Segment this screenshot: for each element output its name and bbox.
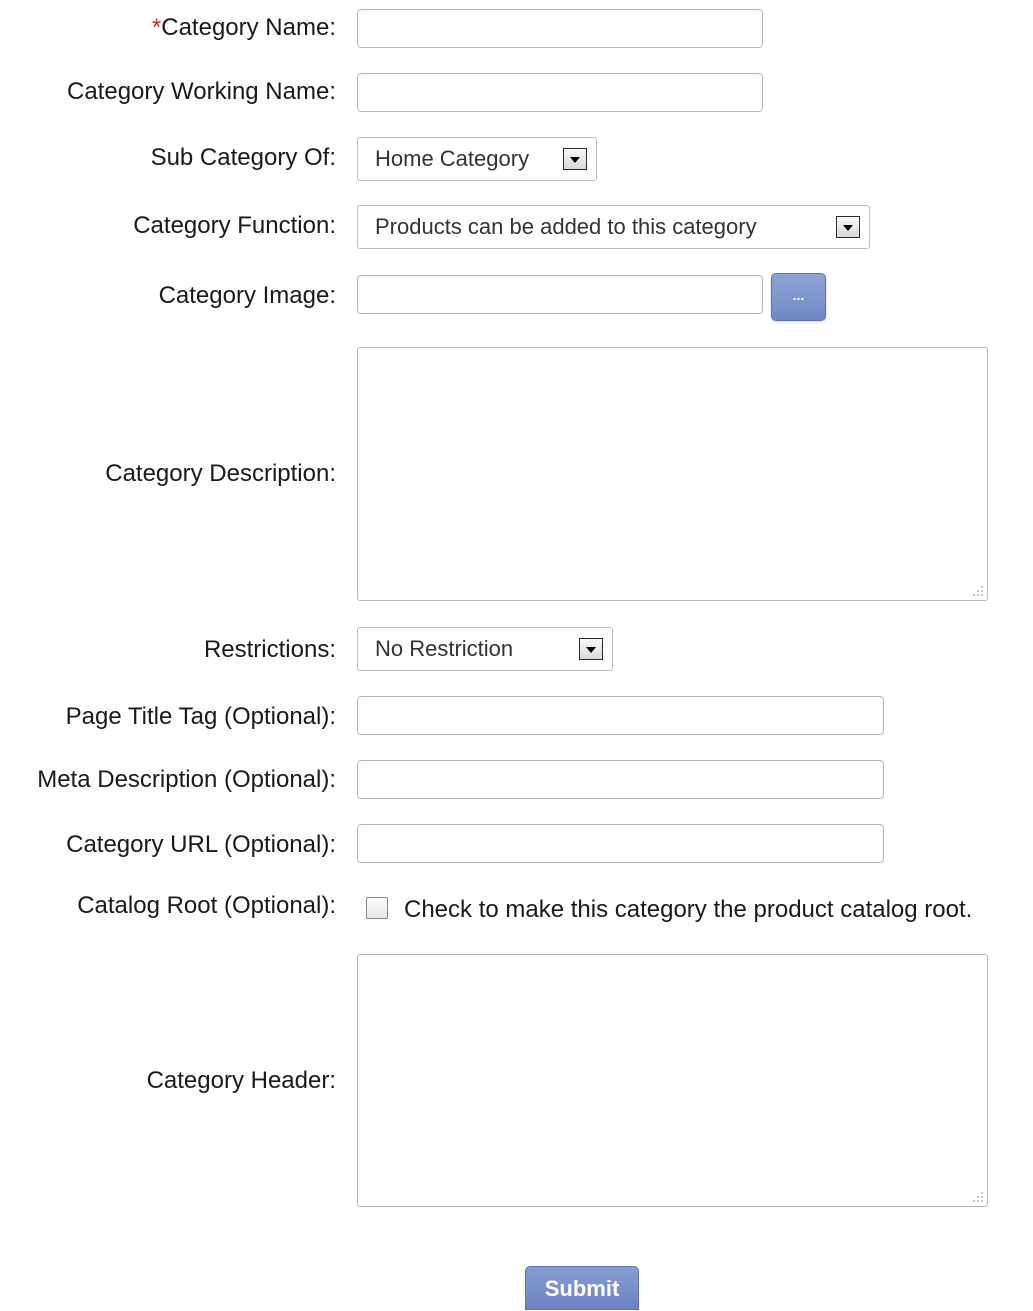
required-marker: *: [151, 14, 162, 41]
restrictions-value: No Restriction: [375, 636, 514, 661]
category-header-textarea[interactable]: [357, 954, 988, 1207]
resize-grip-icon[interactable]: [970, 1189, 984, 1203]
image-browse-button[interactable]: ...: [771, 273, 826, 321]
category-working-name-label: Category Working Name:: [67, 78, 336, 105]
sub-category-of-value: Home Category: [375, 146, 530, 171]
category-url-input[interactable]: [357, 824, 884, 863]
category-name-label: *Category Name:: [151, 14, 336, 41]
restrictions-label: Restrictions:: [203, 636, 336, 663]
restrictions-select[interactable]: No Restriction: [357, 627, 613, 671]
catalog-root-label: Catalog Root (Optional):: [77, 892, 336, 919]
category-function-value: Products can be added to this category: [375, 214, 757, 239]
resize-grip-icon[interactable]: [970, 583, 984, 597]
sub-category-of-label: Sub Category Of:: [150, 144, 336, 171]
category-function-label: Category Function:: [133, 212, 336, 239]
category-description-textarea[interactable]: [357, 347, 988, 601]
category-image-label: Category Image:: [158, 282, 336, 309]
page-title-tag-input[interactable]: [357, 696, 884, 735]
dropdown-arrow-icon[interactable]: [836, 216, 860, 238]
category-working-name-input[interactable]: [357, 73, 763, 112]
page-title-tag-label: Page Title Tag (Optional):: [65, 703, 336, 730]
dropdown-arrow-icon[interactable]: [579, 638, 603, 660]
category-function-select[interactable]: Products can be added to this category: [357, 205, 870, 249]
category-name-input[interactable]: [357, 9, 763, 48]
catalog-root-checkbox-text: Check to make this category the product …: [404, 896, 973, 923]
category-url-label: Category URL (Optional):: [66, 831, 336, 858]
meta-description-label: Meta Description (Optional):: [37, 766, 336, 793]
sub-category-of-select[interactable]: Home Category: [357, 137, 597, 181]
dropdown-arrow-icon[interactable]: [563, 148, 587, 170]
category-description-label: Category Description:: [105, 460, 336, 487]
submit-button[interactable]: Submit: [525, 1266, 639, 1310]
category-header-label: Category Header:: [146, 1067, 336, 1094]
meta-description-input[interactable]: [357, 760, 884, 799]
catalog-root-checkbox[interactable]: [366, 897, 388, 919]
category-image-input[interactable]: [357, 275, 763, 314]
